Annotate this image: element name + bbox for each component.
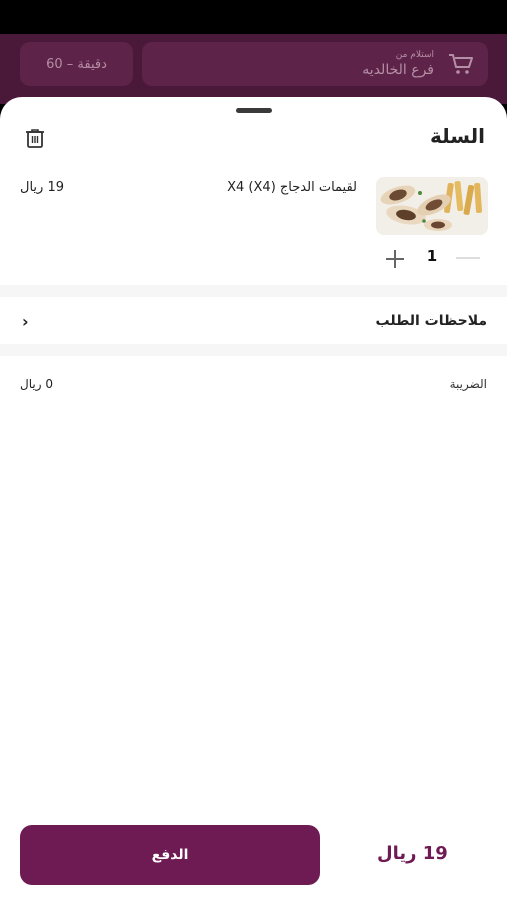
section-divider — [0, 285, 507, 297]
cart-icon — [449, 54, 473, 74]
quantity-value: 1 — [426, 247, 438, 265]
item-price: 19 ريال — [20, 180, 64, 195]
order-notes-label: ملاحظات الطلب — [375, 313, 487, 329]
order-total: 19 ريال — [377, 843, 448, 864]
chevron-right-icon: › — [22, 312, 29, 331]
branch-selector: استلام من فرع الخالديه — [142, 42, 488, 86]
branch-name: فرع الخالديه — [362, 62, 434, 78]
increase-quantity-button[interactable] — [383, 247, 407, 271]
tax-label: الضريبة — [449, 377, 487, 391]
pay-button-label: الدفع — [151, 847, 189, 863]
drag-handle[interactable] — [236, 108, 272, 113]
order-notes-row[interactable]: ملاحظات الطلب › — [0, 302, 507, 342]
item-image — [376, 177, 488, 235]
branch-label: استلام من — [395, 50, 434, 60]
item-name: لقيمات الدجاج (X4) X4 — [227, 180, 357, 195]
tax-value: 0 ريال — [20, 377, 53, 391]
trash-icon[interactable] — [24, 127, 46, 149]
decrease-quantity-button[interactable] — [456, 256, 480, 260]
section-divider — [0, 344, 507, 356]
status-bar — [0, 0, 507, 34]
cart-sheet: السلة لقيمات الدجاج (X4) X4 19 ريال 1 مل… — [0, 97, 507, 900]
cart-title: السلة — [429, 124, 485, 148]
prep-time-pill: 60 – دقيقة — [20, 42, 133, 86]
prep-time-text: 60 – دقيقة — [46, 56, 107, 72]
pay-button[interactable]: الدفع — [20, 825, 320, 885]
